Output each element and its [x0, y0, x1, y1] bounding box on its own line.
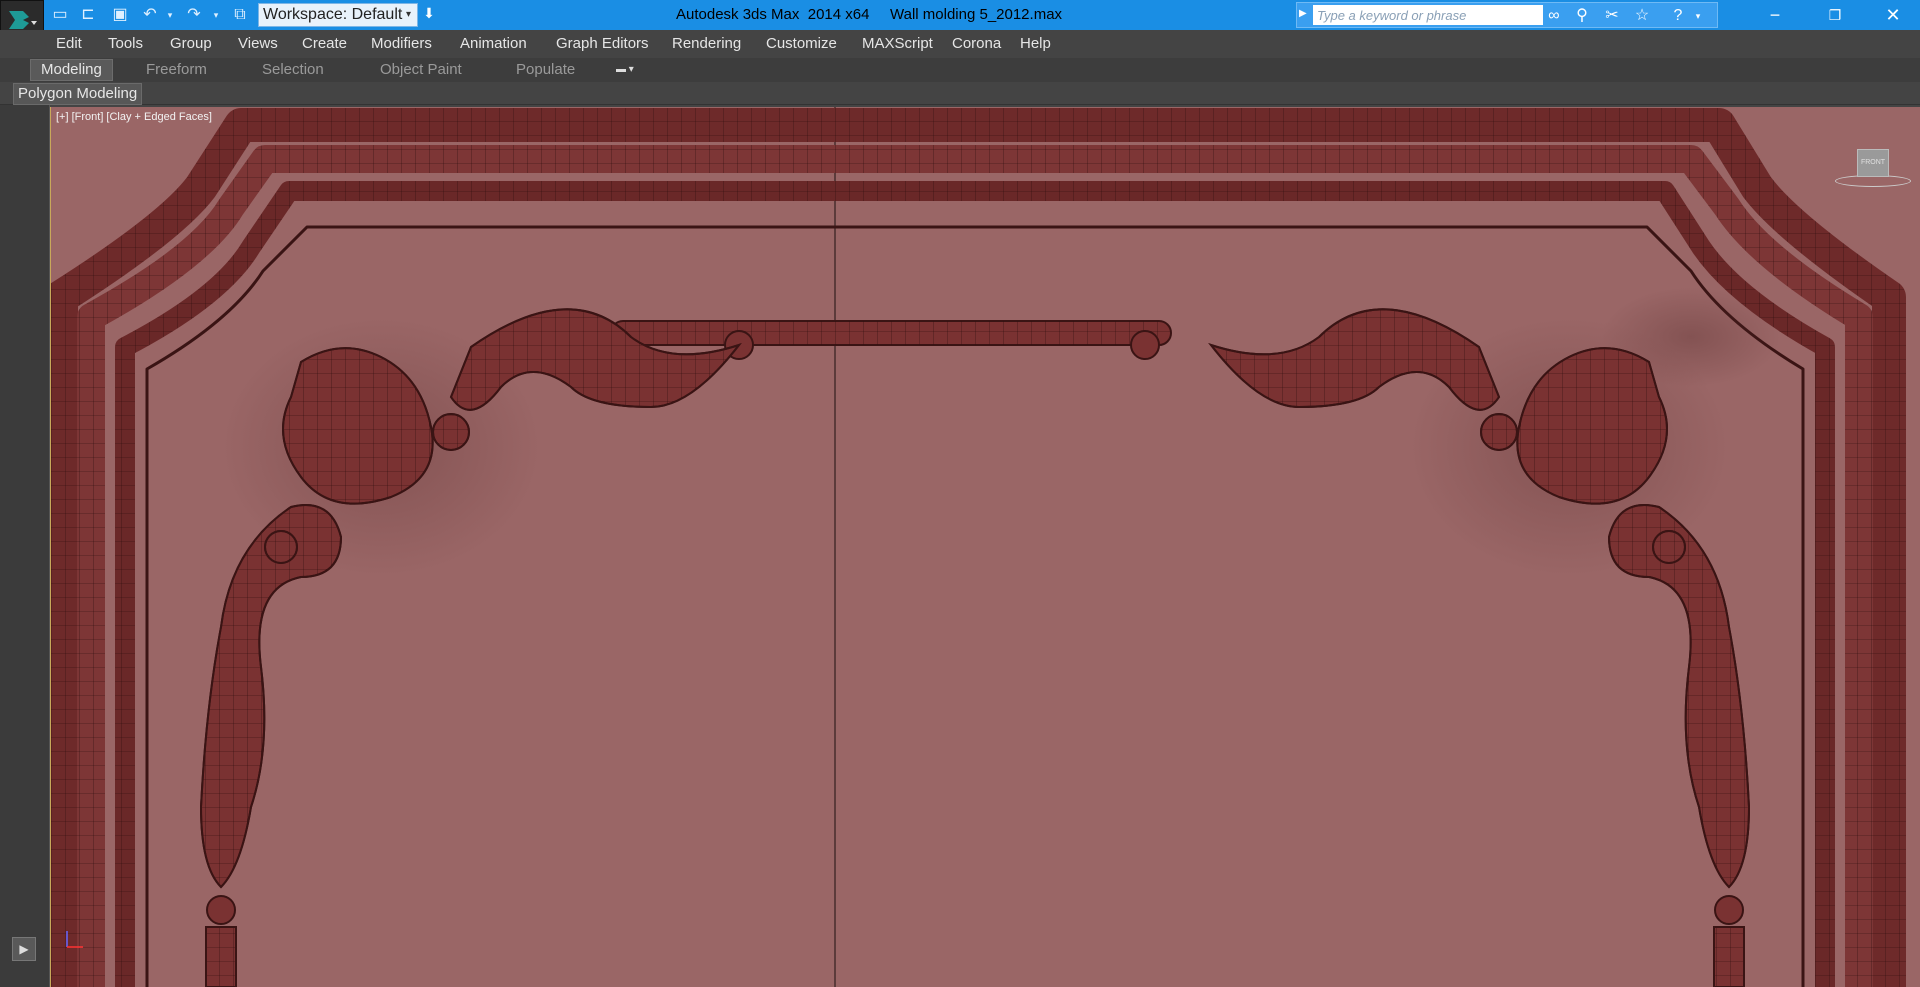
file-title: Wall molding 5_2012.max [890, 6, 1063, 23]
menu-graph-editors[interactable]: Graph Editors [556, 35, 649, 52]
favorites-star-icon[interactable]: ☆ [1631, 6, 1653, 26]
tab-object-paint[interactable]: Object Paint [380, 61, 462, 78]
tab-selection[interactable]: Selection [262, 61, 324, 78]
chevron-down-icon: ▾ [405, 9, 411, 20]
ribbon-options-icon[interactable]: ▬ ▾ [616, 64, 644, 76]
viewcube-label: FRONT [1860, 159, 1886, 166]
menu-tools[interactable]: Tools [108, 35, 143, 52]
ribbon-tabs: Modeling Freeform Selection Object Paint… [0, 58, 1920, 82]
workspace-dropdown[interactable]: Workspace: Default ▾ [258, 3, 418, 27]
workspace-label: Workspace: Default [263, 6, 403, 23]
project-folder-icon[interactable]: ⧉ [230, 5, 250, 25]
front-viewport[interactable]: [+] [Front] [Clay + Edged Faces] FRONT [50, 107, 1920, 987]
tab-modeling[interactable]: Modeling [30, 59, 113, 81]
expand-arrow-icon[interactable]: ▶ [1299, 8, 1307, 19]
help-icon[interactable]: ? [1667, 6, 1689, 26]
menu-maxscript[interactable]: MAXScript [862, 35, 933, 52]
restore-button[interactable]: ❐ [1812, 0, 1858, 30]
polygon-modeling-panel[interactable]: Polygon Modeling [13, 83, 143, 105]
menu-bar: Edit Tools Group Views Create Modifiers … [0, 30, 1920, 58]
tab-populate[interactable]: Populate [516, 61, 575, 78]
open-file-icon[interactable]: ⊏ [78, 5, 98, 25]
right-corner-ornament [1208, 308, 1751, 987]
close-button[interactable]: ✕ [1870, 0, 1916, 30]
binoculars-icon[interactable]: ∞ [1543, 6, 1565, 26]
ribbon-panel-bar: Polygon Modeling [0, 82, 1920, 105]
left-corner-ornament [199, 308, 742, 987]
menu-animation[interactable]: Animation [460, 35, 527, 52]
menu-group[interactable]: Group [170, 35, 212, 52]
undo-icon[interactable]: ↶ [140, 5, 160, 25]
minimize-button[interactable]: − [1752, 0, 1798, 30]
customize-toolbar-icon[interactable]: ⬇ [420, 5, 438, 25]
viewport-label[interactable]: [+] [Front] [Clay + Edged Faces] [56, 111, 212, 123]
viewcube-icon[interactable]: FRONT [1857, 149, 1889, 177]
menu-create[interactable]: Create [302, 35, 347, 52]
info-center: ▶ ∞ ⚲ ✂ ☆ ? ▾ [1296, 2, 1718, 28]
redo-dropdown-icon[interactable]: ▾ [206, 5, 226, 25]
menu-rendering[interactable]: Rendering [672, 35, 741, 52]
menu-views[interactable]: Views [238, 35, 278, 52]
molding-model [51, 107, 1906, 987]
communication-center-icon[interactable]: ⚲ [1571, 6, 1593, 26]
menu-corona[interactable]: Corona [952, 35, 1001, 52]
tab-freeform[interactable]: Freeform [146, 61, 207, 78]
menu-edit[interactable]: Edit [56, 35, 82, 52]
tools-icon[interactable]: ✂ [1601, 6, 1623, 26]
save-icon[interactable]: ▣ [110, 5, 130, 25]
new-file-icon[interactable]: ▭ [50, 5, 70, 25]
menu-help[interactable]: Help [1020, 35, 1051, 52]
search-input[interactable] [1313, 5, 1543, 25]
title-bar: ▭ ⊏ ▣ ↶ ▾ ↷ ▾ ⧉ Workspace: Default ▾ ⬇ A… [0, 0, 1920, 38]
help-dropdown-icon[interactable]: ▾ [1687, 6, 1709, 26]
left-toolbar-strip [0, 105, 50, 987]
undo-dropdown-icon[interactable]: ▾ [160, 5, 180, 25]
redo-icon[interactable]: ↷ [184, 5, 204, 25]
play-icon[interactable]: ▶ [12, 937, 36, 961]
menu-modifiers[interactable]: Modifiers [371, 35, 432, 52]
axis-tripod-icon [66, 931, 83, 948]
app-title: Autodesk 3ds Max 2014 x64 [676, 6, 870, 23]
menu-customize[interactable]: Customize [766, 35, 837, 52]
